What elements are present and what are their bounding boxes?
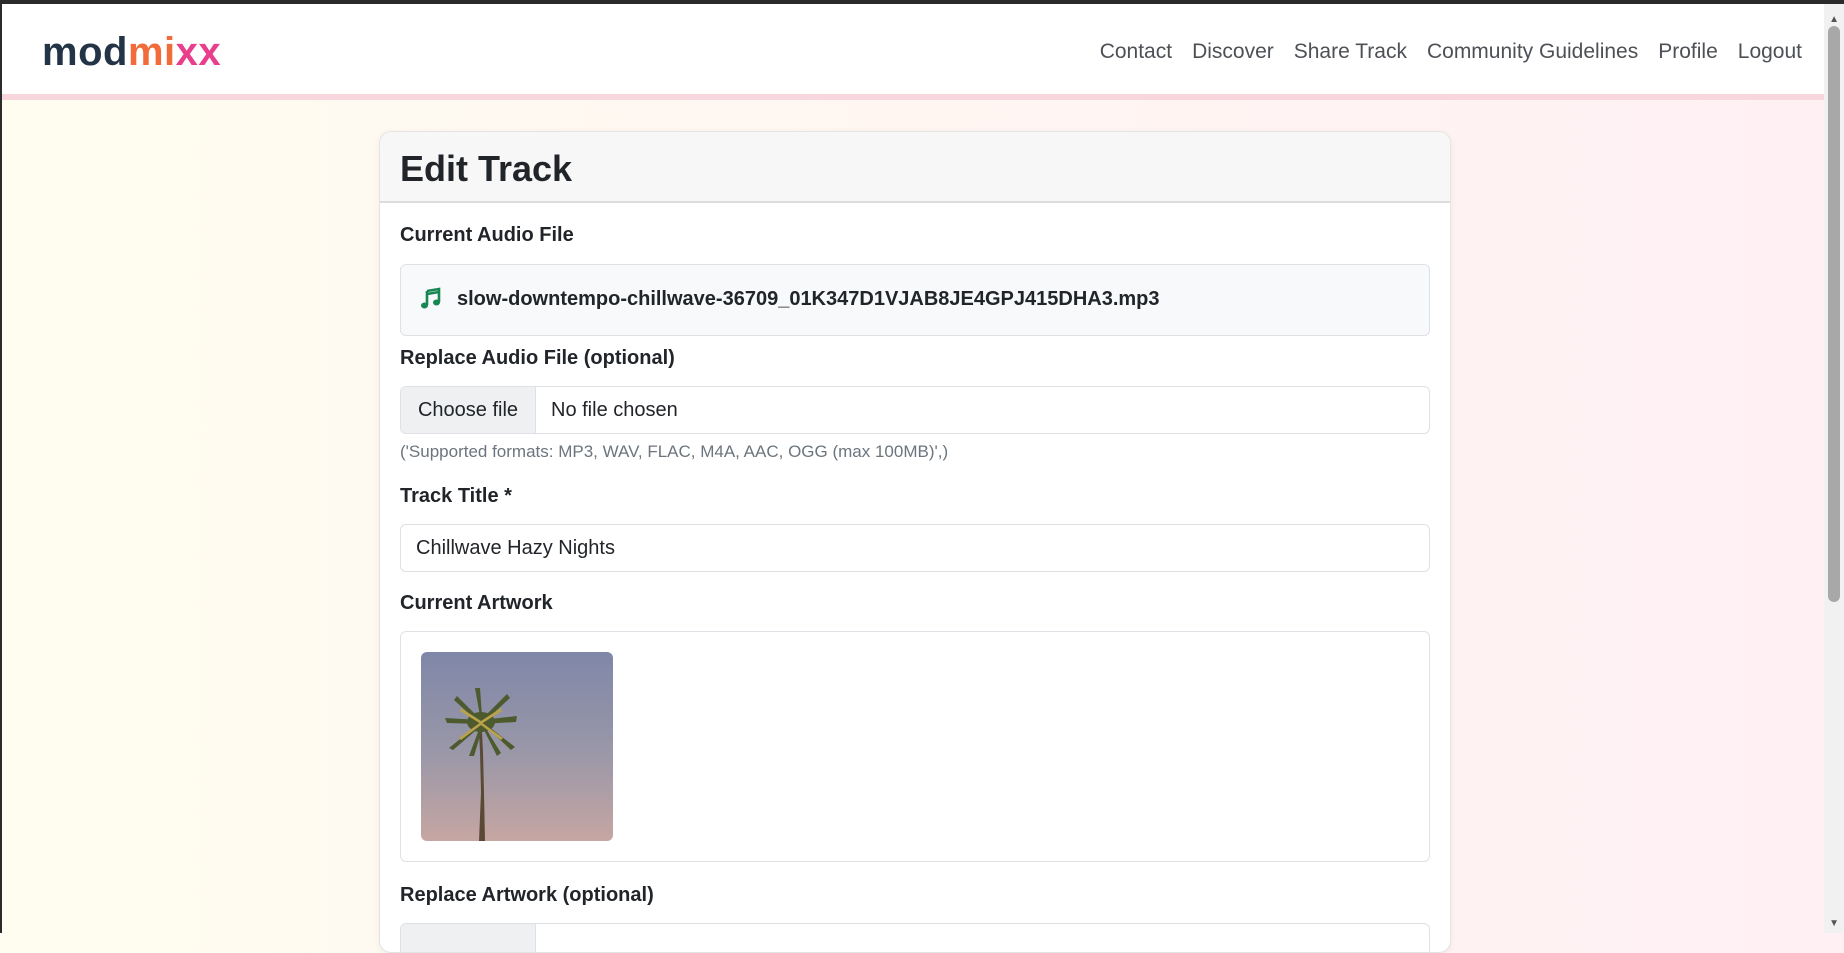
track-title-input[interactable] xyxy=(400,524,1430,572)
current-artwork-label: Current Artwork xyxy=(400,592,553,614)
page-title: Edit Track xyxy=(400,148,573,189)
scrollbar-thumb[interactable] xyxy=(1828,26,1840,602)
current-audio-filename: slow-downtempo-chillwave-36709_01K347D1V… xyxy=(457,288,1160,310)
nav-share-track[interactable]: Share Track xyxy=(1294,40,1407,64)
replace-audio-label: Replace Audio File (optional) xyxy=(400,347,675,369)
current-audio-label: Current Audio File xyxy=(400,224,574,246)
brand-logo[interactable]: modmixx xyxy=(42,30,221,75)
nav-logout[interactable]: Logout xyxy=(1738,40,1802,64)
replace-audio-file-input[interactable]: Choose file No file chosen xyxy=(400,386,1430,434)
card-header: Edit Track xyxy=(380,132,1450,203)
brand-part-mod: mod xyxy=(42,30,128,74)
brand-part-mi: mi xyxy=(127,30,176,74)
navbar: modmixx Contact Discover Share Track Com… xyxy=(2,4,1824,100)
replace-artwork-label: Replace Artwork (optional) xyxy=(400,884,654,906)
choose-file-button[interactable]: Choose file xyxy=(401,387,536,433)
choose-artwork-file-button[interactable] xyxy=(401,924,536,952)
supported-formats-hint: ('Supported formats: MP3, WAV, FLAC, M4A… xyxy=(400,442,949,461)
window-left-border xyxy=(0,4,2,933)
scroll-down-arrow-icon[interactable]: ▼ xyxy=(1829,918,1839,929)
artwork-image xyxy=(421,652,613,841)
track-title-label: Track Title * xyxy=(400,485,512,507)
nav-contact[interactable]: Contact xyxy=(1100,40,1172,64)
current-artwork-box xyxy=(400,631,1430,862)
scroll-up-arrow-icon[interactable]: ▲ xyxy=(1829,14,1839,25)
main-nav: Contact Discover Share Track Community G… xyxy=(1100,40,1802,64)
music-note-icon xyxy=(421,287,441,309)
current-audio-box: slow-downtempo-chillwave-36709_01K347D1V… xyxy=(400,264,1430,336)
nav-community-guidelines[interactable]: Community Guidelines xyxy=(1427,40,1638,64)
edit-track-card: Edit Track Current Audio File slow-downt… xyxy=(379,131,1451,953)
nav-profile[interactable]: Profile xyxy=(1658,40,1718,64)
nav-discover[interactable]: Discover xyxy=(1192,40,1274,64)
file-status-text: No file chosen xyxy=(551,399,678,421)
replace-artwork-file-input[interactable] xyxy=(400,923,1430,952)
page-scrollbar[interactable]: ▲ ▼ xyxy=(1824,4,1844,933)
brand-part-xx: xx xyxy=(175,30,222,74)
